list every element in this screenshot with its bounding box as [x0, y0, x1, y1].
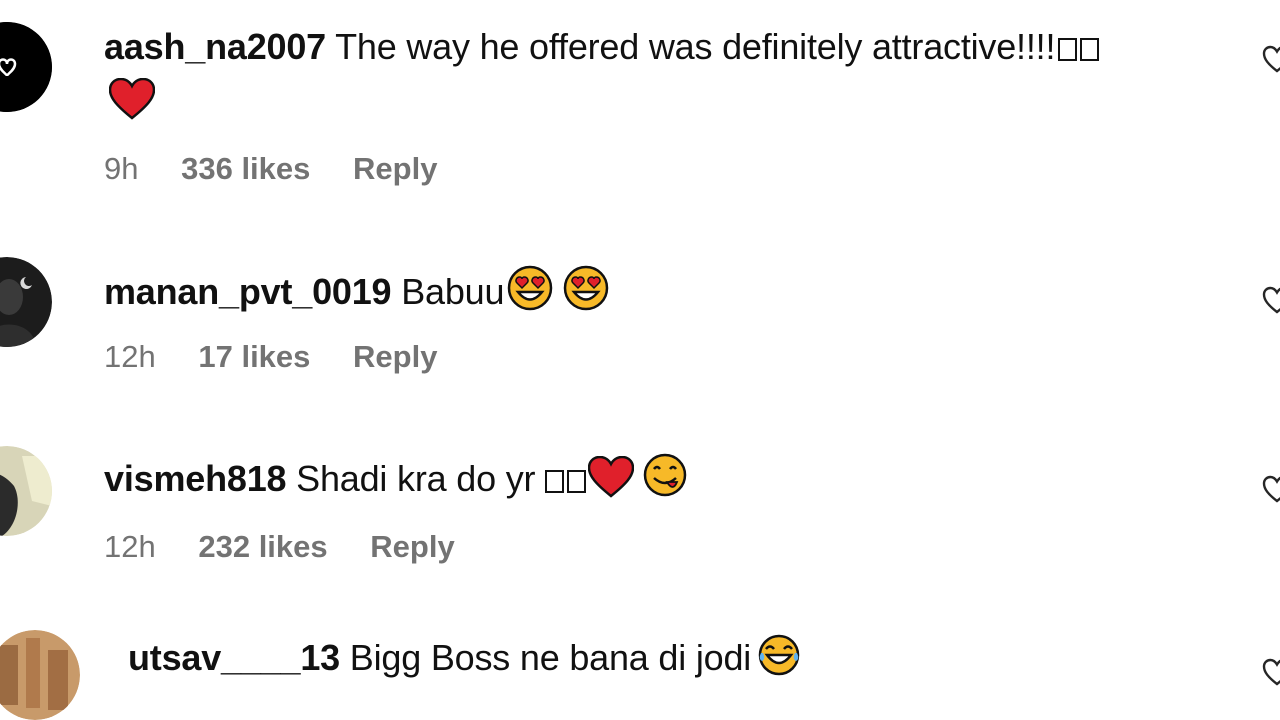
comment-text: vismeh818 Shadi kra do yr — [104, 452, 688, 502]
unrendered-glyph-box — [545, 470, 565, 493]
comment-text: aash_na2007 The way he offered was defin… — [104, 24, 1100, 70]
comment-meta: 12h 17 likes Reply — [104, 339, 471, 375]
avatar[interactable] — [0, 257, 52, 347]
reply-button[interactable]: Reply — [353, 339, 437, 375]
unrendered-glyph-box — [1058, 38, 1078, 61]
avatar[interactable] — [0, 446, 52, 536]
comment-meta: 12h 232 likes Reply — [104, 529, 489, 565]
avatar[interactable] — [0, 630, 80, 720]
comment-item: aash_na2007 The way he offered was defin… — [0, 0, 1280, 200]
heart-eyes-emoji — [506, 265, 554, 311]
comment-likes[interactable]: 17 likes — [198, 339, 310, 375]
tears-of-joy-emoji — [757, 633, 801, 677]
unrendered-glyph-box — [567, 470, 587, 493]
comment-username[interactable]: manan_pvt_0019 — [104, 271, 392, 312]
reply-button[interactable]: Reply — [353, 151, 437, 187]
red-heart-emoji — [109, 78, 155, 120]
comment-likes[interactable]: 336 likes — [181, 151, 310, 187]
comment-body: The way he offered was definitely attrac… — [335, 26, 1056, 67]
heart-outline-icon[interactable] — [1262, 285, 1280, 315]
comment-username[interactable]: vismeh818 — [104, 458, 287, 499]
comment-likes[interactable]: 232 likes — [198, 529, 327, 565]
comment-username[interactable]: aash_na2007 — [104, 26, 326, 67]
face-savoring-food-emoji — [642, 452, 688, 498]
comment-text: manan_pvt_0019 Babuu — [104, 265, 610, 315]
heart-outline-icon[interactable] — [1262, 657, 1280, 687]
heart-eyes-emoji — [562, 265, 610, 311]
comment-text: utsav____13 Bigg Boss ne bana di jodi — [128, 633, 801, 681]
heart-outline-icon[interactable] — [1262, 474, 1280, 504]
unrendered-glyph-box — [1080, 38, 1100, 61]
comment-body: Shadi kra do yr — [296, 458, 536, 499]
comment-time: 12h — [104, 339, 156, 374]
comment-time: 12h — [104, 529, 156, 564]
comment-meta: 9h 336 likes Reply — [104, 151, 471, 187]
comment-time: 9h — [104, 151, 139, 186]
avatar[interactable] — [0, 22, 52, 112]
comment-item: vismeh818 Shadi kra do yr 12h 232 likes … — [0, 400, 1280, 600]
reply-button[interactable]: Reply — [370, 529, 454, 565]
heart-outline-icon[interactable] — [1262, 44, 1280, 74]
comment-body: Bigg Boss ne bana di jodi — [349, 637, 752, 678]
comment-username[interactable]: utsav____13 — [128, 637, 340, 678]
red-heart-emoji — [588, 456, 635, 498]
comment-body: Babuu — [401, 271, 505, 312]
comment-item: utsav____13 Bigg Boss ne bana di jodi — [0, 600, 1280, 720]
comment-item: manan_pvt_0019 Babuu 12h 17 likes Reply — [0, 200, 1280, 400]
